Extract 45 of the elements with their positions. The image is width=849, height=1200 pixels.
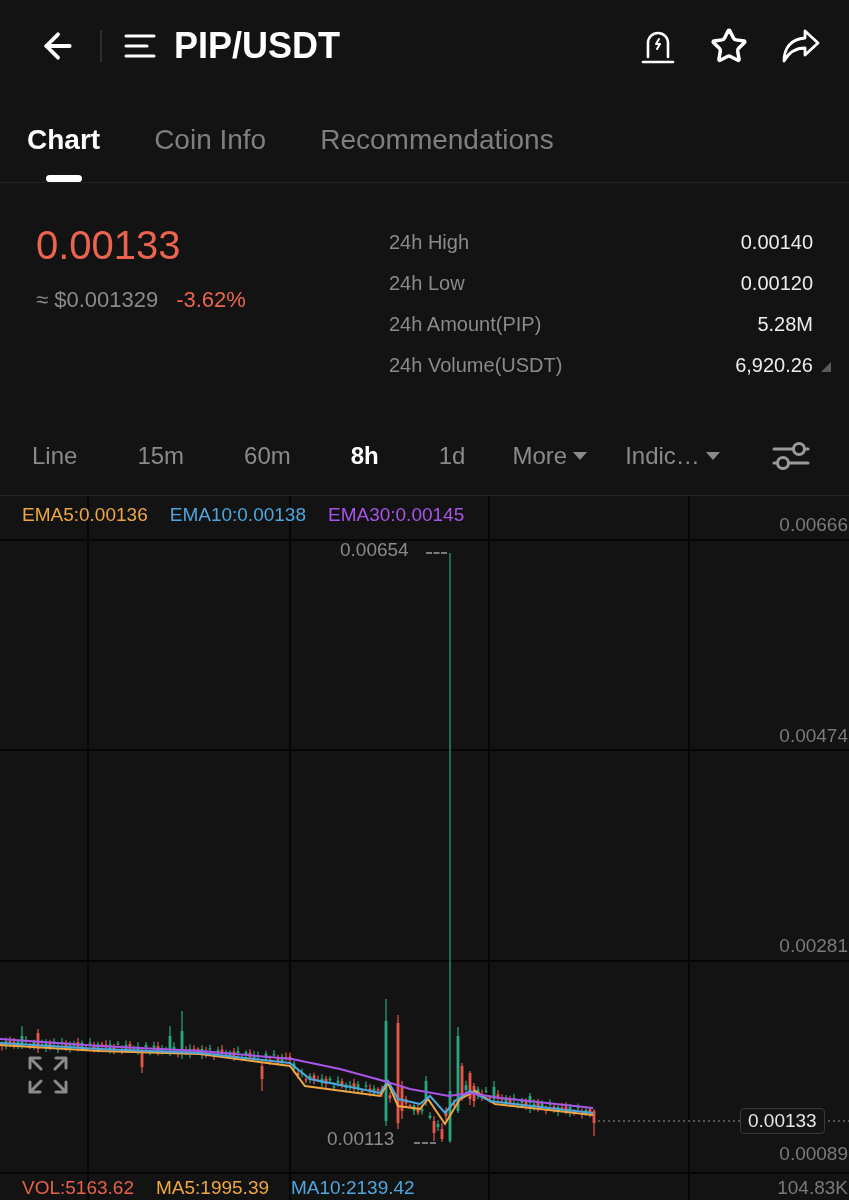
price-axis-label: 0.00474 bbox=[779, 724, 848, 748]
stat-label: 24h Low bbox=[389, 270, 466, 296]
share-icon[interactable] bbox=[782, 29, 820, 63]
stat-value: 6,920.26 bbox=[735, 352, 813, 378]
interval-option[interactable]: 1d bbox=[438, 440, 466, 471]
volume-axis-label: 104.83K bbox=[777, 1176, 848, 1200]
tab[interactable]: Coin Info bbox=[154, 123, 267, 182]
last-price-tag: 0.00133 bbox=[740, 1108, 825, 1134]
price-axis-label: 0.00089 bbox=[779, 1142, 848, 1166]
ema-legend-label: EMA5:0.00136 bbox=[22, 503, 148, 527]
leader-line bbox=[426, 552, 447, 554]
leader-line bbox=[414, 1142, 436, 1144]
stat-value: 0.00140 bbox=[740, 229, 813, 255]
ema-legend-label: EMA30:0.00145 bbox=[327, 503, 465, 527]
stat-label: 24h Volume(USDT) bbox=[389, 352, 564, 378]
settings-sliders-icon[interactable] bbox=[772, 439, 810, 472]
interval-option[interactable]: 8h bbox=[350, 440, 379, 471]
stat-value: 5.28M bbox=[757, 311, 813, 337]
price-axis-label: 0.00281 bbox=[779, 934, 848, 958]
volume-legend-label: MA10:2139.42 bbox=[291, 1176, 415, 1200]
expand-icon[interactable] bbox=[28, 1056, 68, 1094]
tab[interactable]: Chart bbox=[27, 123, 101, 182]
interval-dropdown[interactable]: More bbox=[512, 440, 588, 471]
price-axis-label: 0.00666 bbox=[779, 513, 848, 537]
low-price-label: 0.00113 bbox=[327, 1127, 395, 1151]
stat-label: 24h High bbox=[389, 229, 471, 255]
stat-label: 24h Amount(PIP) bbox=[389, 311, 543, 337]
caret-down-icon bbox=[705, 451, 720, 460]
fiat-price: ≈ $0.001329 bbox=[36, 286, 159, 314]
interval-option[interactable]: Line bbox=[32, 440, 78, 471]
pair-title: PIP/USDT bbox=[174, 24, 341, 68]
caret-down-icon bbox=[573, 451, 588, 460]
volume-legend-label: VOL:5163.62 bbox=[22, 1176, 134, 1200]
last-price: 0.00133 bbox=[36, 222, 182, 269]
interval-option[interactable]: 60m bbox=[244, 440, 291, 471]
interval-dropdown[interactable]: Indic… bbox=[625, 440, 720, 471]
high-price-label: 0.00654 bbox=[340, 538, 409, 562]
interval-option[interactable]: 15m bbox=[137, 440, 185, 471]
volume-legend-label: MA5:1995.39 bbox=[156, 1176, 269, 1200]
tab[interactable]: Recommendations bbox=[320, 123, 554, 182]
price-change: -3.62% bbox=[176, 286, 246, 314]
ema-legend-label: EMA10:0.00138 bbox=[169, 503, 306, 527]
menu-icon[interactable] bbox=[124, 33, 156, 59]
stat-value: 0.00120 bbox=[740, 270, 813, 296]
favorite-star-icon[interactable] bbox=[710, 27, 748, 65]
